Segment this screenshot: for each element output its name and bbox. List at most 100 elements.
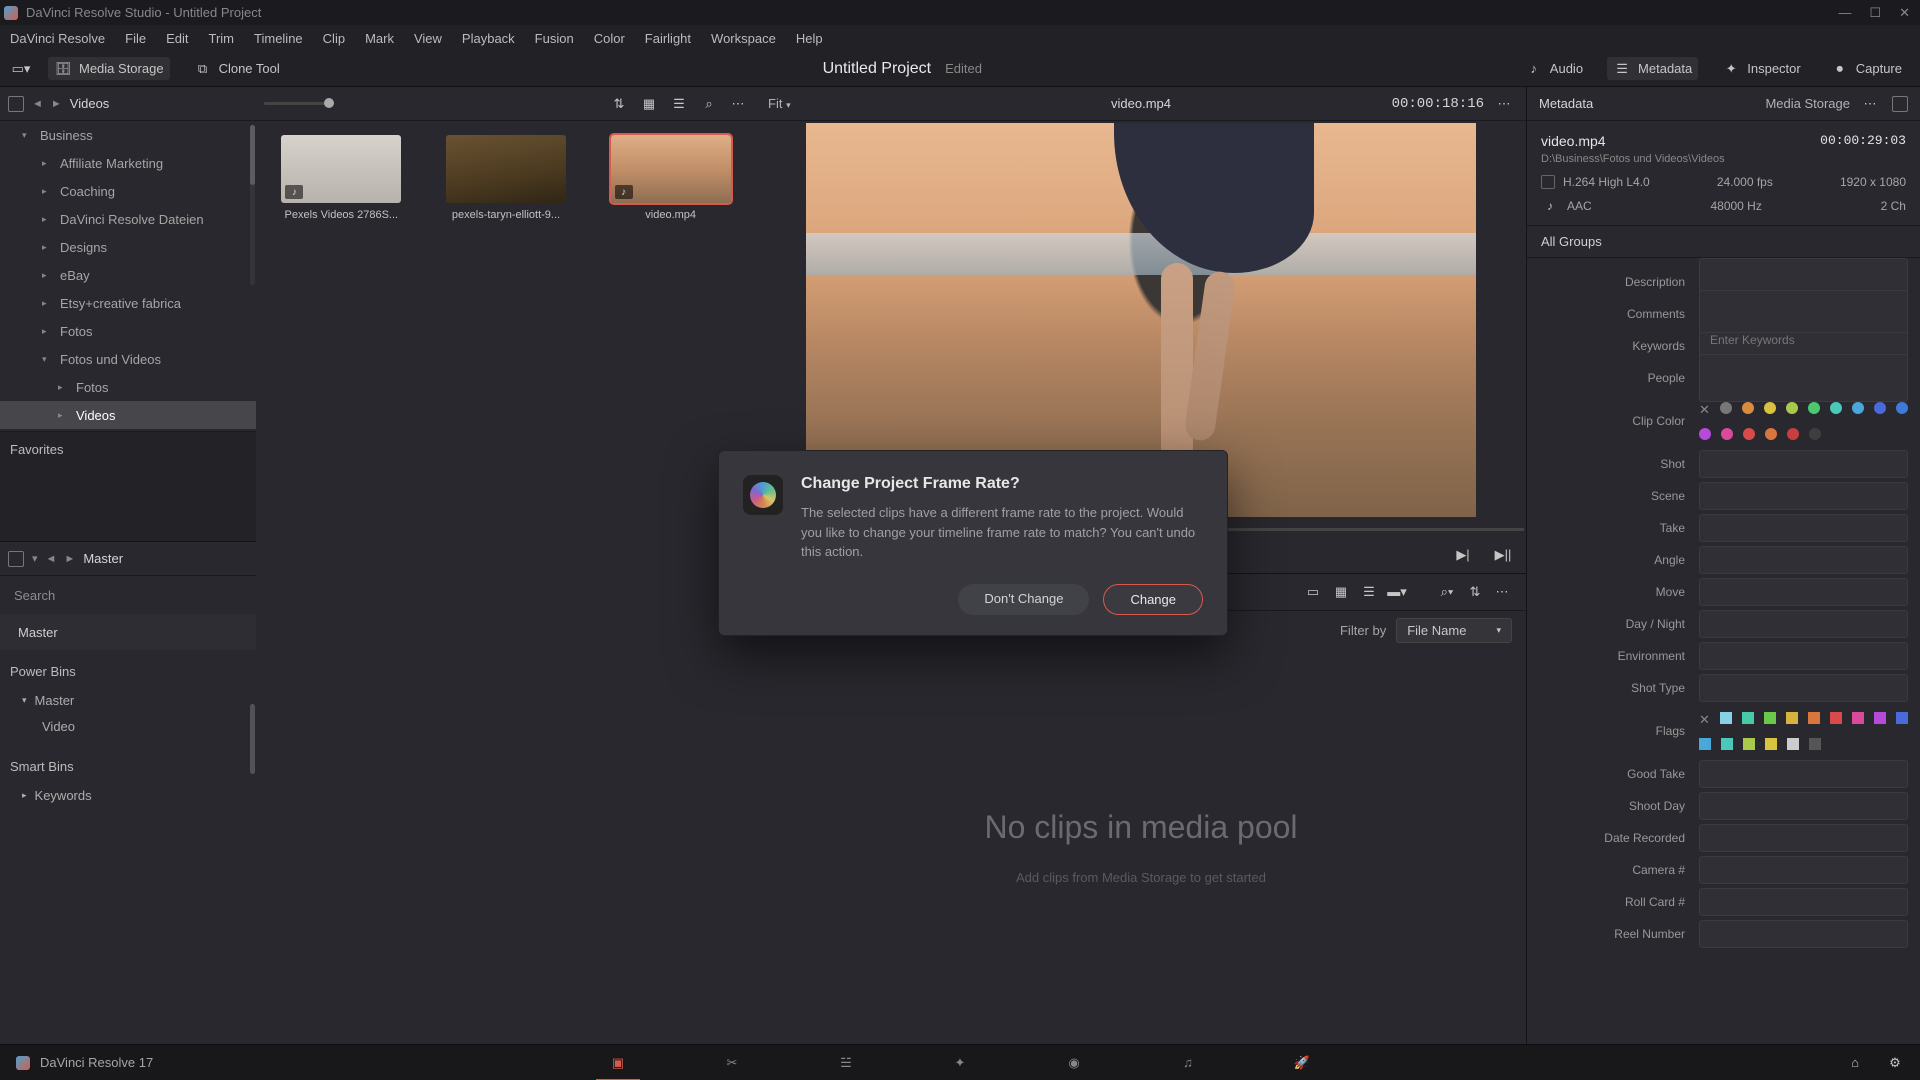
pool-fwd[interactable]: ►: [64, 553, 75, 565]
clip-thumb[interactable]: pexels-taryn-elliott-9...: [435, 135, 578, 221]
meta-input-shot[interactable]: [1699, 450, 1908, 478]
meta-allgroups[interactable]: All Groups: [1527, 225, 1920, 258]
search-icon[interactable]: ⌕: [700, 97, 718, 111]
metadata-toggle[interactable]: ☰Metadata: [1607, 57, 1698, 80]
page-fusion[interactable]: ✦: [948, 1053, 972, 1073]
menu-fusion[interactable]: Fusion: [535, 31, 574, 46]
color-swatch[interactable]: [1808, 712, 1820, 724]
powerbins-scrollbar-thumb[interactable]: [250, 704, 255, 774]
color-swatch[interactable]: [1896, 712, 1908, 724]
powerbin-master[interactable]: ▾Master: [8, 687, 248, 713]
menu-davinci[interactable]: DaVinci Resolve: [10, 31, 105, 46]
meta-input-comments[interactable]: [1699, 290, 1908, 338]
pool-back[interactable]: ◄: [46, 553, 57, 565]
menu-trim[interactable]: Trim: [209, 31, 235, 46]
list-view-icon[interactable]: ☰: [670, 97, 688, 111]
fit-dropdown[interactable]: Fit ▾: [768, 96, 791, 111]
color-swatch[interactable]: [1742, 712, 1754, 724]
menu-workspace[interactable]: Workspace: [711, 31, 776, 46]
dont-change-button[interactable]: Don't Change: [958, 584, 1089, 615]
color-swatch[interactable]: [1721, 428, 1733, 440]
meta-input-dateRecorded[interactable]: [1699, 824, 1908, 852]
minimize-button[interactable]: —: [1838, 5, 1851, 21]
meta-input-rollCard[interactable]: [1699, 888, 1908, 916]
folder-davinci-resolve-dateien[interactable]: ▸DaVinci Resolve Dateien: [0, 205, 256, 233]
nav-back[interactable]: ◄: [32, 98, 43, 110]
meta-input-reel[interactable]: [1699, 920, 1908, 948]
menu-edit[interactable]: Edit: [166, 31, 188, 46]
capture-toggle[interactable]: ⏺Capture: [1825, 57, 1908, 80]
folder-affiliate-marketing[interactable]: ▸Affiliate Marketing: [0, 149, 256, 177]
filter-by-select[interactable]: File Name▾: [1396, 618, 1512, 643]
clear-color-icon[interactable]: ✕: [1699, 402, 1710, 418]
folder-fotos-und-videos[interactable]: ▾Fotos und Videos: [0, 345, 256, 373]
color-swatch[interactable]: [1874, 402, 1886, 414]
color-swatch[interactable]: [1764, 402, 1776, 414]
color-swatch[interactable]: [1830, 402, 1842, 414]
sort-icon[interactable]: ⇅: [610, 97, 628, 111]
clone-tool-toggle[interactable]: ⧉ Clone Tool: [188, 57, 286, 80]
page-color[interactable]: ◉: [1062, 1053, 1086, 1073]
home-icon[interactable]: ⌂: [1846, 1056, 1864, 1070]
change-button[interactable]: Change: [1103, 584, 1203, 615]
color-swatch[interactable]: [1765, 428, 1777, 440]
metadata-more-icon[interactable]: ⋯: [1862, 97, 1880, 111]
color-swatch[interactable]: [1852, 402, 1864, 414]
folder-fotos[interactable]: ▸Fotos: [0, 373, 256, 401]
meta-input-shootDay[interactable]: [1699, 792, 1908, 820]
viewer-more-icon[interactable]: ⋯: [1496, 97, 1514, 111]
meta-input-shotType[interactable]: [1699, 674, 1908, 702]
menu-view[interactable]: View: [414, 31, 442, 46]
clear-color-icon[interactable]: ✕: [1699, 712, 1710, 728]
meta-input-people[interactable]: [1699, 354, 1908, 402]
folder-designs[interactable]: ▸Designs: [0, 233, 256, 261]
master-bin[interactable]: Master: [0, 614, 256, 650]
page-edit[interactable]: ☱: [834, 1053, 858, 1073]
color-swatch[interactable]: [1765, 738, 1777, 750]
pool-more-icon[interactable]: ⋯: [1494, 585, 1512, 599]
color-swatch[interactable]: [1787, 738, 1799, 750]
clip-thumb[interactable]: ♪Pexels Videos 2786S...: [270, 135, 413, 221]
menu-color[interactable]: Color: [594, 31, 625, 46]
folder-fotos[interactable]: ▸Fotos: [0, 317, 256, 345]
folder-ebay[interactable]: ▸eBay: [0, 261, 256, 289]
meta-input-move[interactable]: [1699, 578, 1908, 606]
go-to-end-icon[interactable]: ▶||: [1494, 548, 1512, 562]
folder-coaching[interactable]: ▸Coaching: [0, 177, 256, 205]
color-swatch[interactable]: [1699, 738, 1711, 750]
color-swatch[interactable]: [1809, 738, 1821, 750]
page-cut[interactable]: ✂: [720, 1053, 744, 1073]
nav-fwd[interactable]: ►: [51, 98, 62, 110]
pool-sort-icon[interactable]: ⇅: [1466, 585, 1484, 599]
menu-file[interactable]: File: [125, 31, 146, 46]
page-deliver[interactable]: 🚀: [1290, 1053, 1314, 1073]
color-swatch[interactable]: [1787, 428, 1799, 440]
media-storage-toggle[interactable]: 🗄 Media Storage: [48, 57, 170, 80]
pool-search-icon[interactable]: ⌕▾: [1438, 585, 1456, 599]
color-swatch[interactable]: [1874, 712, 1886, 724]
pool-gridview-icon[interactable]: ▦: [1332, 585, 1350, 599]
menu-timeline[interactable]: Timeline: [254, 31, 303, 46]
color-swatch[interactable]: [1896, 402, 1908, 414]
meta-input-angle[interactable]: [1699, 546, 1908, 574]
audio-toggle[interactable]: ♪Audio: [1519, 57, 1589, 80]
inspector-toggle[interactable]: ✦Inspector: [1716, 57, 1806, 80]
powerbin-video[interactable]: Video: [8, 713, 248, 739]
smartbin-keywords[interactable]: ▸Keywords: [8, 782, 248, 808]
color-swatch[interactable]: [1809, 428, 1821, 440]
folder-videos[interactable]: ▸Videos: [0, 401, 256, 429]
color-swatch[interactable]: [1699, 428, 1711, 440]
menu-fairlight[interactable]: Fairlight: [645, 31, 691, 46]
folder-etsy-creative-fabrica[interactable]: ▸Etsy+creative fabrica: [0, 289, 256, 317]
panel-layout-icon[interactable]: [8, 96, 24, 112]
color-swatch[interactable]: [1720, 402, 1732, 414]
color-swatch[interactable]: [1764, 712, 1776, 724]
settings-icon[interactable]: ⚙: [1886, 1056, 1904, 1070]
tree-scrollbar-thumb[interactable]: [250, 125, 255, 185]
pool-listview-icon[interactable]: ☰: [1360, 585, 1378, 599]
meta-input-environment[interactable]: [1699, 642, 1908, 670]
page-fairlight[interactable]: ♫: [1176, 1053, 1200, 1073]
color-swatch[interactable]: [1852, 712, 1864, 724]
page-media[interactable]: ▣: [606, 1053, 630, 1073]
clip-thumb[interactable]: ♪video.mp4: [599, 135, 742, 221]
